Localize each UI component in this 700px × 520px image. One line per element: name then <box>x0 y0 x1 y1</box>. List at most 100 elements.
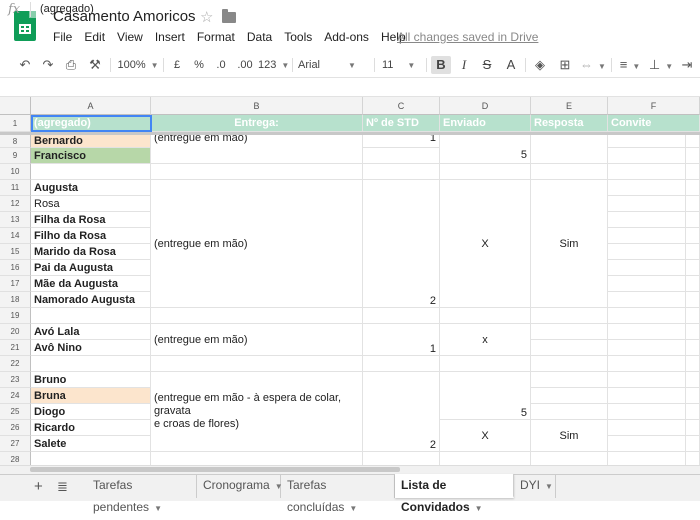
redo-icon[interactable]: ↷ <box>39 56 57 74</box>
row-header[interactable]: 16 <box>0 260 31 276</box>
cell-f[interactable] <box>608 135 686 148</box>
font-size-select[interactable]: 11 ▼ <box>382 56 424 74</box>
cell-a[interactable] <box>31 308 151 324</box>
cell-f[interactable] <box>608 148 686 164</box>
text-color-button[interactable]: A <box>502 56 520 74</box>
cell-f[interactable] <box>608 388 686 404</box>
cell-a[interactable]: Diogo <box>31 404 151 420</box>
cell-a[interactable]: Bruno <box>31 372 151 388</box>
header-cell-b[interactable]: Entrega: <box>151 115 363 132</box>
sheet-tab[interactable]: Cronograma ▼ <box>197 474 283 498</box>
cell-f[interactable] <box>608 404 686 420</box>
cell-a[interactable]: Pai da Augusta <box>31 260 151 276</box>
menu-item-add-ons[interactable]: Add-ons <box>324 30 375 46</box>
cell-a[interactable]: Namorado Augusta <box>31 292 151 308</box>
merged-cell-d[interactable]: x <box>440 324 531 356</box>
merged-cell-d[interactable]: 5 <box>440 372 531 420</box>
borders-icon[interactable]: ⊞ <box>556 56 574 74</box>
chevron-down-icon[interactable]: ▼ <box>545 482 553 491</box>
chevron-down-icon[interactable]: ▼ <box>154 504 162 513</box>
merged-cell-e[interactable] <box>531 372 608 388</box>
select-all-corner[interactable] <box>0 97 31 115</box>
merged-cell-b[interactable] <box>151 452 363 465</box>
cell-a[interactable]: Marido da Rosa <box>31 244 151 260</box>
cell-f[interactable] <box>608 180 686 196</box>
active-cell-selection[interactable] <box>31 115 152 132</box>
vertical-align-icon[interactable]: ⊥ ▼ <box>648 56 674 74</box>
cell-f[interactable] <box>608 260 686 276</box>
cell-a[interactable]: Ricardo <box>31 420 151 436</box>
merged-cell-e[interactable] <box>531 135 608 164</box>
header-cell-e[interactable]: Resposta <box>531 115 608 132</box>
cell-f[interactable] <box>608 276 686 292</box>
cell-f[interactable] <box>608 356 686 372</box>
text-wrap-icon[interactable]: ⇥ <box>678 56 696 74</box>
cell-a[interactable]: Rosa <box>31 196 151 212</box>
merged-cell-b[interactable] <box>151 308 363 324</box>
row-header[interactable]: 17 <box>0 276 31 292</box>
formula-input[interactable]: (agregado) <box>40 3 94 15</box>
cell-f[interactable] <box>608 228 686 244</box>
print-icon[interactable]: ⎙ <box>62 56 80 74</box>
cell-f[interactable] <box>608 308 686 324</box>
merged-cell-c[interactable] <box>363 164 440 180</box>
merged-cell-b[interactable] <box>151 164 363 180</box>
merged-cell-e[interactable] <box>531 340 608 356</box>
row-header[interactable]: 8 <box>0 135 31 148</box>
row-header[interactable]: 14 <box>0 228 31 244</box>
cell-c[interactable] <box>363 148 440 164</box>
column-header-extra[interactable] <box>686 97 700 115</box>
merged-cell-b[interactable]: (entregue em mão) <box>151 324 363 356</box>
strikethrough-button[interactable]: S <box>478 56 496 74</box>
row-header[interactable]: 27 <box>0 436 31 452</box>
merged-cell-d[interactable]: 5 <box>440 135 531 164</box>
bold-button[interactable]: B <box>431 56 451 74</box>
merged-cell-c[interactable]: 1 <box>363 324 440 356</box>
star-icon[interactable]: ☆ <box>200 8 213 26</box>
header-cell-c[interactable]: Nº de STD <box>363 115 440 132</box>
fill-color-icon[interactable]: ◈ <box>531 56 549 74</box>
increase-decimal-button[interactable]: .00 <box>234 56 256 74</box>
italic-button[interactable]: I <box>455 56 473 74</box>
merged-cell-c[interactable] <box>363 308 440 324</box>
row-header[interactable]: 20 <box>0 324 31 340</box>
chevron-down-icon[interactable]: ▼ <box>349 504 357 513</box>
merged-cell-e[interactable]: Sim <box>531 180 608 308</box>
cell-a[interactable] <box>31 452 151 465</box>
merged-cell-d[interactable] <box>440 452 531 465</box>
merged-cell-e[interactable] <box>531 452 608 465</box>
zoom-select[interactable]: 100% ▼ <box>116 56 160 74</box>
cell-a[interactable] <box>31 164 151 180</box>
row-header[interactable]: 9 <box>0 148 31 164</box>
merged-cell-e[interactable] <box>531 164 608 180</box>
add-sheet-icon[interactable]: + <box>34 478 43 495</box>
merged-cell-e[interactable] <box>531 404 608 420</box>
menu-item-tools[interactable]: Tools <box>284 30 318 46</box>
row-header[interactable]: 22 <box>0 356 31 372</box>
cell-a[interactable]: Filho da Rosa <box>31 228 151 244</box>
horizontal-align-icon[interactable]: ≡ ▼ <box>617 56 643 74</box>
menu-item-edit[interactable]: Edit <box>84 30 111 46</box>
row-header[interactable]: 13 <box>0 212 31 228</box>
sheet-tab[interactable]: Tarefas pendentes ▼ <box>87 474 197 514</box>
font-select[interactable]: Arial ▼ <box>298 56 368 74</box>
menu-item-format[interactable]: Format <box>197 30 241 46</box>
merged-cell-d[interactable] <box>440 356 531 372</box>
percent-format-button[interactable]: % <box>192 56 206 74</box>
folder-icon[interactable] <box>222 9 236 23</box>
cell-a[interactable] <box>31 356 151 372</box>
cell-a[interactable]: Bruna <box>31 388 151 404</box>
column-header-d[interactable]: D <box>440 97 531 115</box>
merged-cell-c[interactable]: 2 <box>363 180 440 308</box>
row-header[interactable]: 21 <box>0 340 31 356</box>
column-header-c[interactable]: C <box>363 97 440 115</box>
scrollbar-thumb[interactable] <box>30 467 400 472</box>
cell-f[interactable] <box>608 212 686 228</box>
merged-cell-b[interactable] <box>151 356 363 372</box>
row-header[interactable]: 1 <box>0 115 31 132</box>
row-header[interactable]: 18 <box>0 292 31 308</box>
sheet-tab[interactable]: DYI ▼ <box>514 474 556 498</box>
merged-cell-c[interactable]: 1 <box>363 135 440 148</box>
sheet-tab[interactable]: Lista de Convidados ▼ <box>395 474 514 514</box>
merged-cell-e[interactable] <box>531 356 608 372</box>
